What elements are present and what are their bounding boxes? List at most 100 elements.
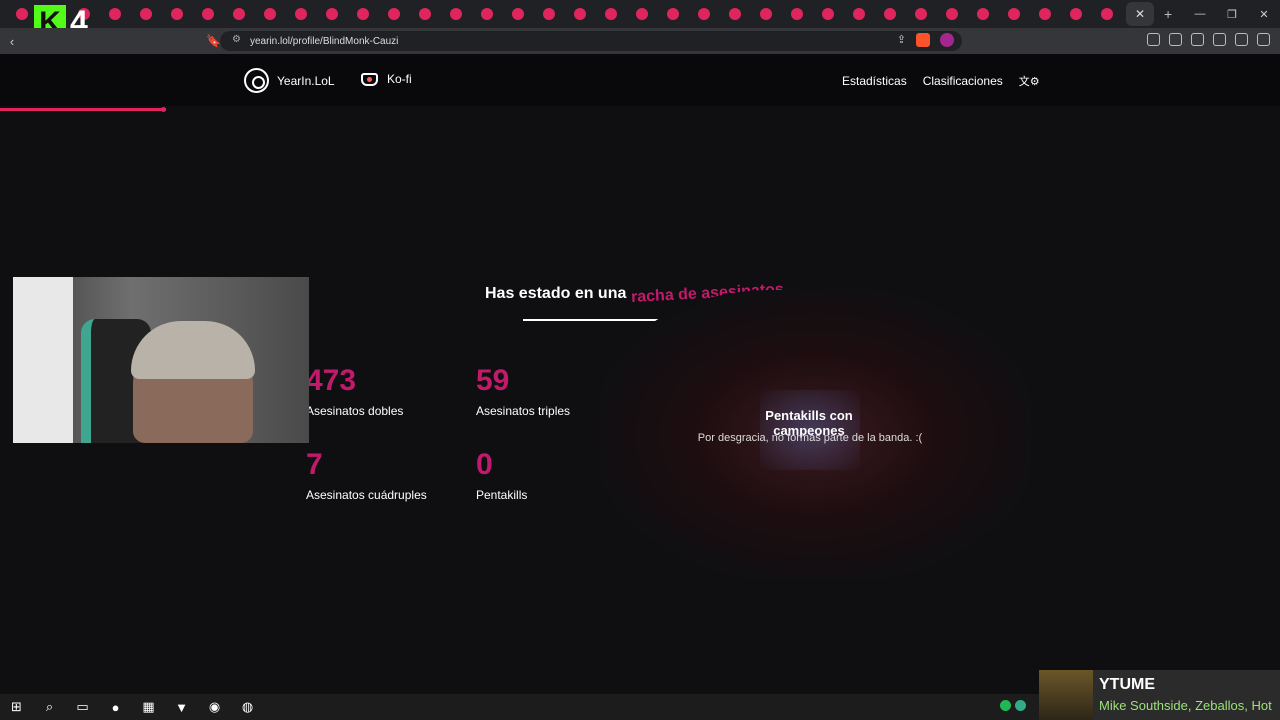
kofi-link[interactable]: Ko-fi bbox=[361, 72, 412, 86]
favicon-icon bbox=[139, 8, 152, 20]
discord-icon[interactable]: ◍ bbox=[231, 694, 264, 720]
browser-tab[interactable] bbox=[502, 2, 533, 26]
close-icon[interactable]: ✕ bbox=[1248, 0, 1280, 28]
vpn-icon[interactable] bbox=[1235, 33, 1248, 46]
extensions-icon[interactable] bbox=[1147, 33, 1160, 46]
now-playing-card: YTUME Mike Southside, Zeballos, Hot bbox=[1039, 670, 1280, 720]
favicon-icon bbox=[821, 8, 834, 20]
bookmark-icon[interactable]: 🔖 bbox=[206, 34, 221, 48]
browser-tab[interactable] bbox=[719, 2, 750, 26]
favicon-icon bbox=[294, 8, 307, 20]
browser-tab[interactable] bbox=[936, 2, 967, 26]
favicon-icon bbox=[883, 8, 896, 20]
browser-tab[interactable] bbox=[750, 2, 781, 26]
browser-tab[interactable] bbox=[1060, 2, 1091, 26]
pentakills-card-subtitle: Por desgracia, no formas parte de la ban… bbox=[697, 432, 923, 444]
language-icon[interactable]: 文⚙ bbox=[1019, 73, 1040, 89]
close-icon[interactable]: ✕ bbox=[1135, 7, 1145, 21]
browser-tab[interactable] bbox=[409, 2, 440, 26]
browser-tab[interactable] bbox=[316, 2, 347, 26]
wallet-icon[interactable] bbox=[1213, 33, 1226, 46]
browser-tab[interactable] bbox=[99, 2, 130, 26]
yearin-logo-icon bbox=[244, 68, 269, 93]
favicon-icon bbox=[418, 8, 431, 20]
browser-tab[interactable] bbox=[440, 2, 471, 26]
browser-tab[interactable] bbox=[223, 2, 254, 26]
site-brand[interactable]: YearIn.LoL bbox=[244, 68, 335, 93]
browser-tab[interactable] bbox=[130, 2, 161, 26]
favicon-icon bbox=[635, 8, 648, 20]
favicon-icon bbox=[604, 8, 617, 20]
favicon-icon bbox=[852, 8, 865, 20]
browser-tab[interactable] bbox=[471, 2, 502, 26]
browser-toolbar bbox=[1147, 33, 1270, 46]
browser-tab[interactable] bbox=[905, 2, 936, 26]
active-tab[interactable]: ✕ bbox=[1126, 2, 1154, 26]
spotify-icon[interactable]: ● bbox=[99, 694, 132, 720]
brave-rewards-icon[interactable] bbox=[940, 33, 954, 47]
brave-shields-icon[interactable] bbox=[916, 33, 930, 47]
obs-icon[interactable]: ◉ bbox=[198, 694, 231, 720]
kofi-cup-icon bbox=[361, 72, 378, 86]
favicon-icon bbox=[666, 8, 679, 20]
stat-value: 0 bbox=[476, 448, 493, 481]
kofi-label: Ko-fi bbox=[387, 72, 412, 86]
store-icon[interactable]: ▦ bbox=[132, 694, 165, 720]
search-icon[interactable]: ⌕ bbox=[33, 694, 66, 720]
browser-tab[interactable] bbox=[812, 2, 843, 26]
browser-tab[interactable] bbox=[688, 2, 719, 26]
url-omnibox[interactable]: 🔖 ⚙ yearin.lol/profile/BlindMonk-Cauzi ⇪ bbox=[206, 31, 962, 51]
brave-icon[interactable]: ▼ bbox=[165, 694, 198, 720]
share-icon[interactable]: ⇪ bbox=[897, 33, 906, 47]
browser-tab[interactable] bbox=[564, 2, 595, 26]
browser-tab[interactable] bbox=[657, 2, 688, 26]
folder-icon[interactable]: ▭ bbox=[66, 694, 99, 720]
browser-tab[interactable] bbox=[874, 2, 905, 26]
plus-icon[interactable]: + bbox=[1164, 6, 1172, 22]
favicon-icon bbox=[356, 8, 369, 20]
favicon-icon bbox=[790, 8, 803, 20]
nav-stats-link[interactable]: Estadísticas bbox=[842, 74, 907, 88]
browser-tab[interactable] bbox=[1029, 2, 1060, 26]
browser-tab[interactable] bbox=[1091, 2, 1122, 26]
browser-tab[interactable] bbox=[161, 2, 192, 26]
downloads-icon[interactable] bbox=[1169, 33, 1182, 46]
address-bar: ‹ 🔖 ⚙ yearin.lol/profile/BlindMonk-Cauzi… bbox=[0, 28, 1280, 54]
album-art bbox=[1039, 670, 1093, 720]
browser-tab[interactable] bbox=[998, 2, 1029, 26]
favicon-icon bbox=[201, 8, 214, 20]
browser-tab[interactable] bbox=[254, 2, 285, 26]
browser-tab[interactable] bbox=[285, 2, 316, 26]
browser-tab[interactable] bbox=[595, 2, 626, 26]
spotify-tray-icon[interactable] bbox=[1000, 700, 1011, 711]
browser-tab[interactable] bbox=[843, 2, 874, 26]
menu-icon[interactable] bbox=[1257, 33, 1270, 46]
song-title: YTUME bbox=[1099, 676, 1155, 693]
site-info-icon[interactable]: ⚙ bbox=[232, 34, 241, 45]
browser-tab[interactable] bbox=[6, 2, 37, 26]
stat-value: 7 bbox=[306, 448, 323, 481]
sidebar-icon[interactable] bbox=[1191, 33, 1204, 46]
minimize-icon[interactable]: — bbox=[1184, 0, 1216, 28]
favicon-icon bbox=[697, 8, 710, 20]
windows-icon[interactable]: ⊞ bbox=[0, 694, 33, 720]
system-tray bbox=[1000, 700, 1026, 711]
browser-tab[interactable] bbox=[967, 2, 998, 26]
favicon-icon bbox=[480, 8, 493, 20]
nav-rankings-link[interactable]: Clasificaciones bbox=[923, 74, 1003, 88]
browser-tab[interactable] bbox=[378, 2, 409, 26]
browser-tab[interactable] bbox=[192, 2, 223, 26]
favicon-icon bbox=[387, 8, 400, 20]
favicon-icon bbox=[1100, 8, 1113, 20]
browser-tab[interactable] bbox=[533, 2, 564, 26]
favicon-icon bbox=[976, 8, 989, 20]
tray-icon[interactable] bbox=[1015, 700, 1026, 711]
window-controls: — ❐ ✕ bbox=[1184, 0, 1280, 28]
browser-tab[interactable] bbox=[347, 2, 378, 26]
favicon-icon bbox=[1038, 8, 1051, 20]
browser-tab[interactable] bbox=[626, 2, 657, 26]
browser-tab[interactable] bbox=[781, 2, 812, 26]
windows-taskbar: ⊞ ⌕ ▭ ● ▦ ▼ ◉ ◍ bbox=[0, 694, 1039, 720]
restore-icon[interactable]: ❐ bbox=[1216, 0, 1248, 28]
back-icon[interactable]: ‹ bbox=[0, 34, 24, 49]
